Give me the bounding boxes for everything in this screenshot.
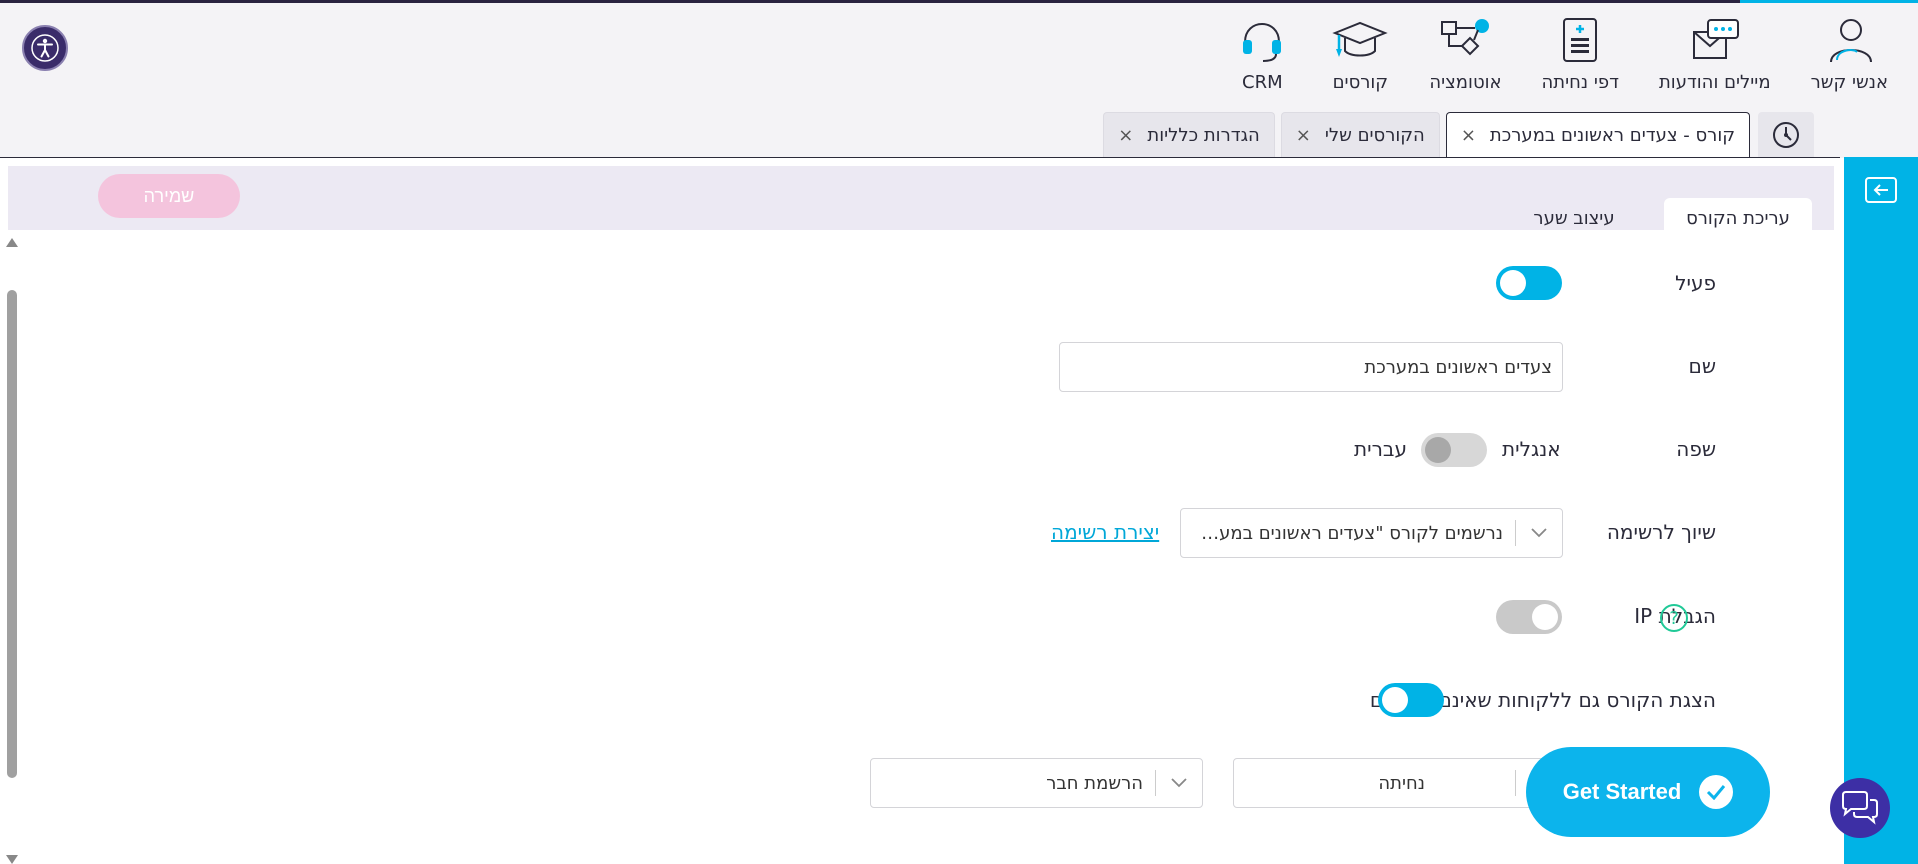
get-started-button[interactable]: Get Started <box>1526 747 1770 837</box>
nav-label: אנשי קשר <box>1810 72 1888 93</box>
show-unregistered-toggle[interactable] <box>1378 683 1444 717</box>
nav-label: אוטומציה <box>1429 72 1502 93</box>
scroll-down-icon[interactable] <box>6 855 18 864</box>
close-icon[interactable]: × <box>1461 125 1476 146</box>
language-toggle[interactable] <box>1421 433 1487 467</box>
headset-icon <box>1243 23 1282 62</box>
active-toggle[interactable] <box>1496 266 1562 300</box>
member-signup-value: הרשמת חבר <box>1046 772 1143 794</box>
name-input[interactable] <box>1059 342 1563 392</box>
list-select-value: נרשמים לקורס "צעדים ראשונים במערכת" <box>1181 522 1503 544</box>
scrollbar[interactable] <box>6 238 18 864</box>
close-icon[interactable]: × <box>1296 125 1311 146</box>
tab-dashboard[interactable] <box>1758 112 1814 158</box>
scroll-up-icon[interactable] <box>6 238 18 247</box>
collapse-button[interactable] <box>1865 177 1897 203</box>
landing-pages-icon <box>1563 18 1598 62</box>
tab-course-first-steps[interactable]: קורס - צעדים ראשונים במערכת × <box>1445 112 1750 158</box>
top-border <box>0 0 1918 3</box>
help-icon[interactable]: ? <box>1660 604 1688 632</box>
list-select[interactable]: נרשמים לקורס "צעדים ראשונים במערכת" <box>1180 508 1563 558</box>
member-signup-select[interactable]: הרשמת חבר <box>870 758 1203 808</box>
ip-limit-toggle[interactable] <box>1496 600 1562 634</box>
create-list-link[interactable]: יצירת רשימה <box>1051 520 1159 544</box>
chat-icon <box>1842 791 1878 825</box>
graduation-cap-icon <box>1332 21 1389 57</box>
nav-automation[interactable]: אוטומציה <box>1409 15 1521 93</box>
automation-icon <box>1441 19 1490 56</box>
nav-courses[interactable]: קורסים <box>1311 15 1409 93</box>
nav-contacts[interactable]: אנשי קשר <box>1791 15 1908 93</box>
save-button[interactable]: שמירה <box>98 174 240 218</box>
active-label: פעיל <box>1675 271 1716 295</box>
nav-landing-pages[interactable]: דפי נחיתה <box>1522 15 1639 93</box>
accessibility-button[interactable] <box>22 25 68 71</box>
language-label: שפה <box>1676 437 1716 461</box>
tab-my-courses[interactable]: הקורסים שלי × <box>1280 112 1440 158</box>
contacts-icon <box>1830 19 1873 63</box>
nav-label: דפי נחיתה <box>1541 72 1619 93</box>
get-started-label: Get Started <box>1562 779 1682 804</box>
nav-label: CRM <box>1242 72 1283 93</box>
accessibility-icon <box>31 34 59 62</box>
nav-messages[interactable]: מיילים והודעות <box>1639 15 1791 93</box>
messages-icon <box>1692 19 1739 59</box>
tab-label: קורס - צעדים ראשונים במערכת <box>1489 125 1735 146</box>
main-nav: אנשי קשר מיילים והודעות דפי נחיתה אוטומצ… <box>1213 15 1908 93</box>
language-hebrew: עברית <box>1354 437 1407 461</box>
nav-crm[interactable]: CRM <box>1213 15 1311 93</box>
redirect-select-value: נחיתה <box>1378 772 1425 794</box>
check-icon <box>1707 785 1726 800</box>
subtab-gate-design[interactable]: עיצוב שער <box>1514 198 1634 238</box>
side-rail <box>1844 157 1918 864</box>
editor-toolbar: שמירה עריכת הקורס עיצוב שער <box>8 166 1834 238</box>
language-english: אנגלית <box>1502 437 1561 461</box>
chevron-down-icon <box>1531 528 1547 538</box>
redirect-select[interactable]: נחיתה <box>1233 758 1563 808</box>
nav-label: מיילים והודעות <box>1658 72 1771 93</box>
tab-general-settings[interactable]: הגדרות כלליות × <box>1103 112 1275 158</box>
nav-label: קורסים <box>1332 72 1389 93</box>
chat-button[interactable] <box>1830 778 1890 838</box>
scroll-thumb[interactable] <box>7 290 17 778</box>
dashboard-gauge-icon <box>1773 122 1799 148</box>
name-label: שם <box>1688 354 1716 378</box>
close-icon[interactable]: × <box>1118 125 1133 146</box>
chevron-down-icon <box>1171 778 1187 788</box>
tab-label: הקורסים שלי <box>1324 125 1425 146</box>
subtab-edit-course[interactable]: עריכת הקורס <box>1664 198 1812 238</box>
list-label: שיוך לרשימה <box>1606 520 1716 544</box>
tab-label: הגדרות כלליות <box>1147 125 1260 146</box>
tab-bar: הגדרות כלליות × הקורסים שלי × קורס - צעד… <box>1103 112 1750 158</box>
arrow-left-icon <box>1873 184 1888 196</box>
